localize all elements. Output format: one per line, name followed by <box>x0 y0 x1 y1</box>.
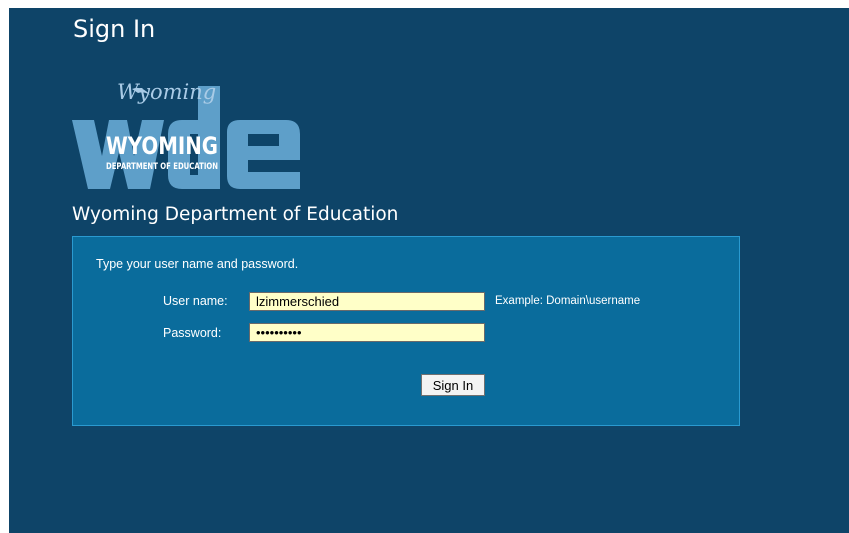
wde-logo: Wyoming WYOMING DEPARTMENT OF EDUCATION <box>72 80 300 189</box>
sign-in-button[interactable]: Sign In <box>421 374 485 396</box>
logo-dept: DEPARTMENT OF EDUCATION <box>106 162 218 172</box>
username-input[interactable] <box>249 292 485 311</box>
sign-in-panel: Type your user name and password. User n… <box>72 236 740 426</box>
logo-state: WYOMING <box>106 132 218 160</box>
username-label: User name: <box>163 294 228 308</box>
username-example: Example: Domain\username <box>495 295 641 307</box>
instructions-text: Type your user name and password. <box>96 257 299 271</box>
logo-script: Wyoming <box>117 80 216 104</box>
page-title: Sign In <box>73 15 156 43</box>
password-input[interactable] <box>249 323 485 342</box>
password-label: Password: <box>163 326 222 340</box>
organization-name: Wyoming Department of Education <box>72 204 399 225</box>
sign-in-page: Sign In Wyoming WYOMING DEPARTMENT OF ED… <box>9 8 849 533</box>
